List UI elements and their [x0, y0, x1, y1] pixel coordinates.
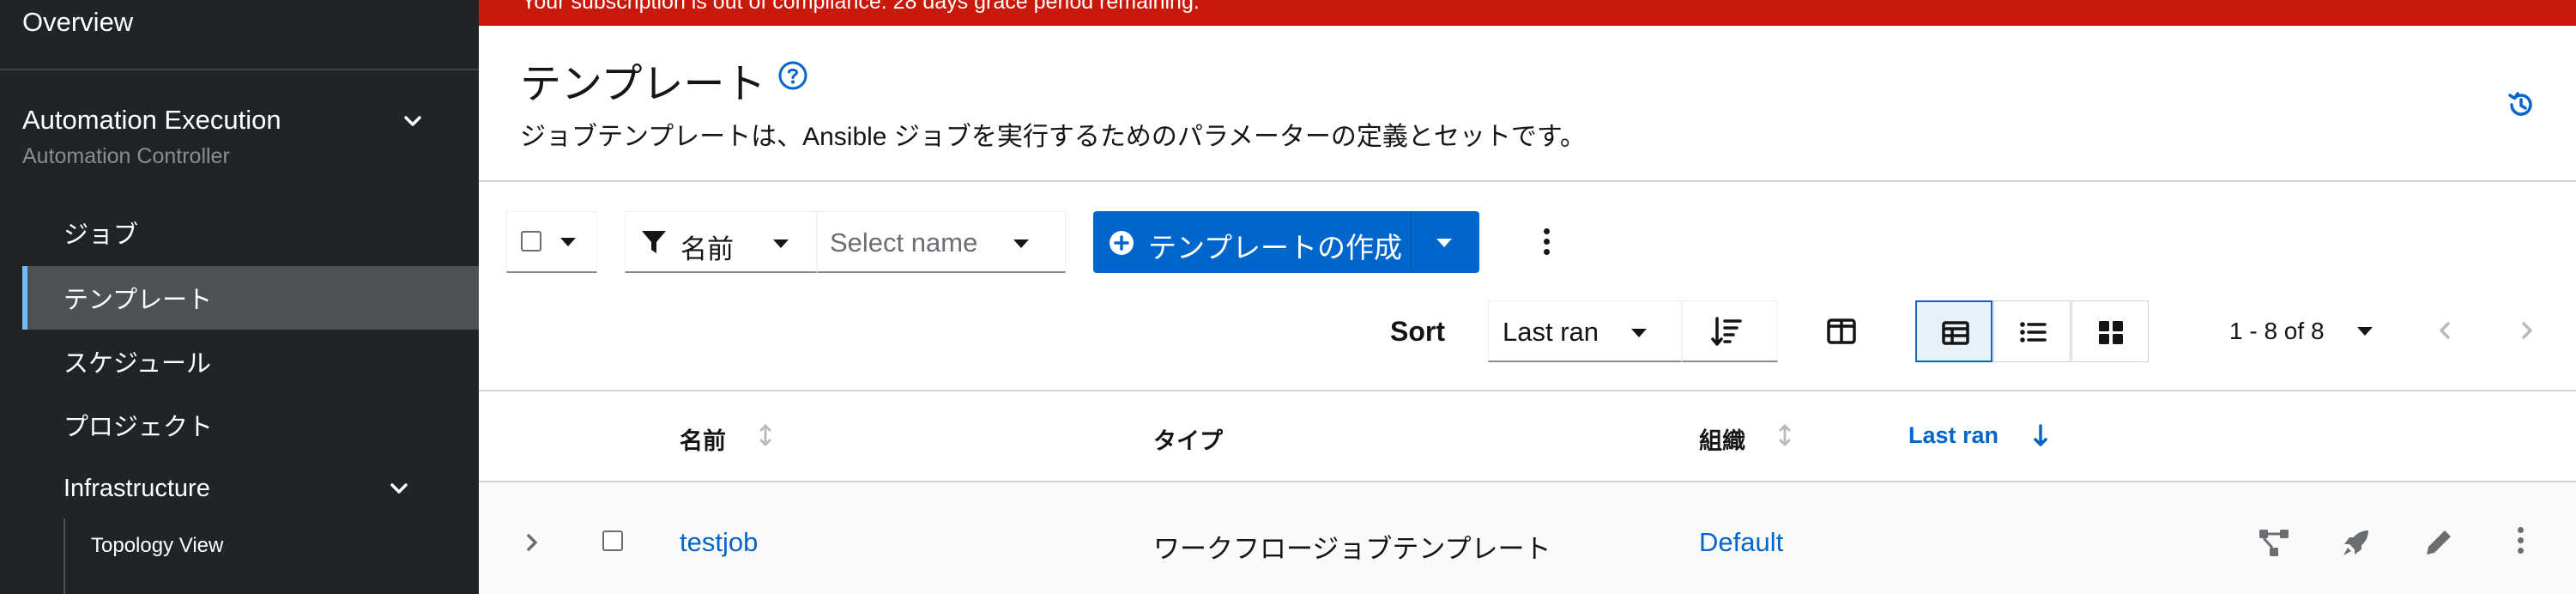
- header-divider: [479, 180, 2576, 182]
- caret-down-icon: [560, 238, 576, 246]
- organization-link[interactable]: Default: [1699, 527, 1783, 558]
- manage-columns-icon[interactable]: [1824, 314, 1859, 349]
- page-description: ジョブテンプレートは、Ansible ジョブを実行するためのパラメーターの定義と…: [520, 123, 1586, 151]
- caret-down-icon[interactable]: [1436, 239, 1452, 247]
- create-template-button[interactable]: テンプレートの作成: [1093, 211, 1479, 273]
- sidebar-item-topology-view[interactable]: Topology View: [91, 534, 223, 558]
- grid-icon: [2099, 321, 2123, 344]
- toolbar-divider: [479, 390, 2576, 391]
- sidebar-item-templates[interactable]: テンプレート: [22, 266, 479, 330]
- edit-pencil-icon[interactable]: [2422, 525, 2456, 560]
- workflow-visualizer-icon[interactable]: [2257, 525, 2291, 560]
- chevron-down-icon[interactable]: [400, 108, 426, 134]
- page-title: テンプレート: [520, 62, 766, 107]
- filter-attribute-label: 名前: [680, 234, 734, 264]
- filter-value-placeholder: Select name: [830, 227, 978, 258]
- sort-direction-button[interactable]: [1682, 300, 1778, 362]
- table-icon: [1942, 321, 1969, 345]
- sidebar: Overview Automation Execution Automation…: [0, 0, 479, 594]
- column-header-organization[interactable]: 組織: [1699, 422, 1745, 456]
- bulk-select-checkbox[interactable]: [521, 231, 541, 252]
- previous-page-icon[interactable]: [2432, 318, 2458, 343]
- column-header-type: タイプ: [1153, 428, 1223, 454]
- sidebar-item-label: ジョブ: [63, 221, 139, 249]
- sidebar-item-overview[interactable]: Overview: [22, 7, 133, 38]
- filter-icon: [642, 231, 666, 253]
- chevron-right-icon[interactable]: [522, 532, 542, 553]
- compliance-banner: Your subscription is out of compliance. …: [479, 0, 2576, 26]
- sort-select-value: Last ran: [1503, 317, 1599, 347]
- sort-amount-down-icon: [1711, 317, 1742, 346]
- caret-down-icon: [1631, 329, 1647, 337]
- banner-text: Your subscription is out of compliance. …: [522, 0, 1200, 14]
- sidebar-item-label: プロジェクト: [63, 414, 214, 441]
- sidebar-item-jobs[interactable]: ジョブ: [22, 201, 479, 264]
- table-view-button[interactable]: [1915, 300, 1992, 362]
- create-template-label: テンプレートの作成: [1148, 232, 1403, 264]
- sort-icon[interactable]: [1776, 422, 1793, 448]
- launch-rocket-icon[interactable]: [2339, 525, 2373, 560]
- pagination-caret-down-icon[interactable]: [2357, 327, 2373, 336]
- plus-circle-icon: [1110, 231, 1134, 255]
- bulk-select[interactable]: [506, 211, 597, 273]
- create-button-separator: [1411, 211, 1412, 273]
- subnav-line: [63, 518, 65, 594]
- sidebar-divider: [0, 69, 479, 70]
- caret-down-icon: [1013, 239, 1029, 248]
- filter-value-select[interactable]: Select name: [817, 211, 1066, 273]
- chevron-down-icon[interactable]: [386, 476, 412, 501]
- column-header-last-ran[interactable]: Last ran: [1908, 422, 1999, 449]
- sidebar-item-schedules[interactable]: スケジュール: [22, 330, 479, 393]
- row-select-checkbox[interactable]: [602, 530, 623, 551]
- sort-down-icon[interactable]: [2032, 422, 2049, 448]
- template-type: ワークフロージョブテンプレート: [1153, 534, 1551, 564]
- sidebar-item-label: テンプレート: [63, 287, 213, 314]
- sort-icon[interactable]: [757, 422, 774, 448]
- view-toggle-group: [1915, 300, 2149, 362]
- filter-attribute-select[interactable]: 名前: [625, 211, 817, 273]
- list-view-button[interactable]: [1993, 300, 2071, 362]
- caret-down-icon: [773, 239, 789, 248]
- card-view-button[interactable]: [2071, 300, 2149, 362]
- next-page-icon[interactable]: [2514, 318, 2540, 343]
- sort-label: Sort: [1390, 316, 1445, 347]
- sidebar-item-label: Infrastructure: [63, 474, 210, 502]
- pagination-label[interactable]: 1 - 8 of 8: [2229, 318, 2325, 345]
- list-icon: [2020, 322, 2047, 342]
- sidebar-section-title[interactable]: Automation Execution: [22, 105, 281, 136]
- toolbar-kebab-icon[interactable]: [1542, 228, 1551, 261]
- column-header-name[interactable]: 名前: [680, 422, 726, 456]
- row-kebab-icon[interactable]: [2516, 527, 2525, 560]
- template-name-link[interactable]: testjob: [680, 527, 758, 558]
- sidebar-item-label: スケジュール: [63, 350, 211, 378]
- sort-select[interactable]: Last ran: [1488, 300, 1682, 362]
- help-circle-icon[interactable]: [777, 60, 808, 91]
- sidebar-section-subtitle: Automation Controller: [22, 144, 230, 168]
- sidebar-item-projects[interactable]: プロジェクト: [22, 393, 479, 457]
- history-icon[interactable]: [2506, 89, 2537, 120]
